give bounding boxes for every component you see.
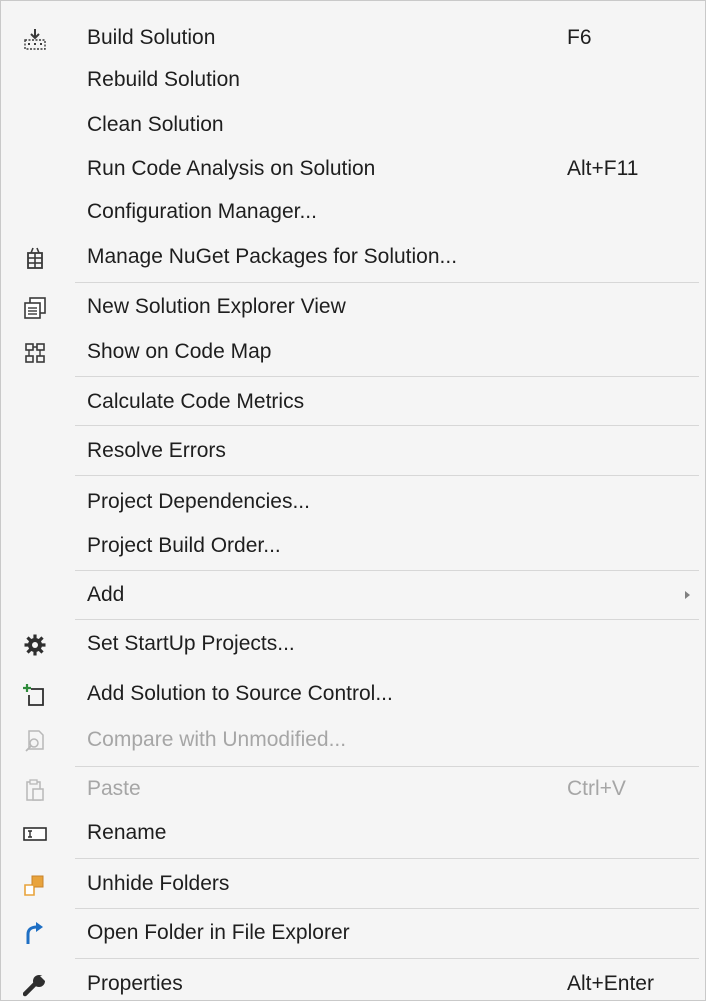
context-menu: Build Solution F6 Rebuild Solution Clean…: [0, 0, 706, 1001]
menu-item-set-startup-projects[interactable]: Set StartUp Projects...: [1, 624, 705, 664]
menu-item-label: Run Code Analysis on Solution: [87, 157, 376, 180]
menu-item-project-dependencies[interactable]: Project Dependencies...: [1, 482, 705, 522]
menu-item-paste[interactable]: Paste Ctrl+V: [1, 769, 705, 809]
menu-item-label: Build Solution: [87, 26, 216, 49]
menu-item-label: Calculate Code Metrics: [87, 390, 305, 413]
wrench-icon: [22, 973, 47, 997]
menu-separator: [75, 619, 699, 620]
menu-separator: [75, 958, 699, 959]
menu-item-resolve-errors[interactable]: Resolve Errors: [1, 431, 705, 471]
menu-item-label: Unhide Folders: [87, 872, 230, 895]
menu-item-shortcut: Alt+F11: [567, 157, 639, 180]
menu-item-label: Project Build Order...: [87, 534, 281, 557]
menu-separator: [75, 766, 699, 767]
add-to-source-control-icon: [23, 683, 47, 707]
menu-item-calculate-code-metrics[interactable]: Calculate Code Metrics: [1, 382, 705, 422]
menu-separator: [75, 376, 699, 377]
menu-item-manage-nuget[interactable]: Manage NuGet Packages for Solution...: [1, 237, 705, 277]
menu-item-clean-solution[interactable]: Clean Solution: [1, 105, 705, 145]
menu-item-label: Rename: [87, 821, 167, 844]
menu-item-label: Set StartUp Projects...: [87, 632, 295, 655]
menu-item-add[interactable]: Add: [1, 575, 705, 615]
paste-icon: [23, 778, 47, 802]
menu-separator: [75, 475, 699, 476]
menu-item-shortcut: F6: [567, 26, 592, 49]
unhide-folders-icon: [23, 873, 47, 897]
menu-separator: [75, 908, 699, 909]
menu-item-shortcut: Alt+Enter: [567, 972, 654, 995]
menu-item-open-folder-in-file-explorer[interactable]: Open Folder in File Explorer: [1, 913, 705, 953]
menu-item-label: Add: [87, 583, 125, 606]
menu-item-configuration-manager[interactable]: Configuration Manager...: [1, 192, 705, 232]
menu-item-compare-with-unmodified[interactable]: Compare with Unmodified...: [1, 720, 705, 760]
menu-separator: [75, 425, 699, 426]
gear-icon: [23, 633, 47, 657]
menu-item-shortcut: Ctrl+V: [567, 777, 626, 800]
menu-item-label: Configuration Manager...: [87, 200, 317, 223]
menu-item-label: Manage NuGet Packages for Solution...: [87, 245, 458, 268]
nuget-icon: [23, 246, 47, 270]
menu-item-label: Add Solution to Source Control...: [87, 682, 393, 705]
menu-item-label: Clean Solution: [87, 113, 224, 136]
menu-item-project-build-order[interactable]: Project Build Order...: [1, 526, 705, 566]
menu-item-label: Open Folder in File Explorer: [87, 921, 350, 944]
menu-item-label: Compare with Unmodified...: [87, 728, 347, 751]
submenu-arrow-icon: [685, 591, 690, 599]
build-icon: [23, 27, 47, 51]
solution-explorer-icon: [23, 296, 47, 320]
menu-item-unhide-folders[interactable]: Unhide Folders: [1, 864, 705, 904]
menu-item-label: Resolve Errors: [87, 439, 226, 462]
menu-item-rebuild-solution[interactable]: Rebuild Solution: [1, 60, 705, 100]
menu-item-label: Properties: [87, 972, 183, 995]
code-map-icon: [23, 341, 47, 365]
menu-separator: [75, 858, 699, 859]
menu-item-label: New Solution Explorer View: [87, 295, 346, 318]
open-folder-icon: [23, 922, 47, 946]
menu-item-new-solution-explorer-view[interactable]: New Solution Explorer View: [1, 287, 705, 327]
compare-icon: [23, 729, 47, 753]
menu-item-label: Project Dependencies...: [87, 490, 310, 513]
menu-item-label: Show on Code Map: [87, 340, 272, 363]
menu-item-label: Paste: [87, 777, 141, 800]
menu-item-run-code-analysis[interactable]: Run Code Analysis on Solution Alt+F11: [1, 149, 705, 189]
menu-separator: [75, 282, 699, 283]
menu-item-properties[interactable]: Properties Alt+Enter: [1, 964, 705, 1004]
rename-icon: [23, 822, 47, 846]
menu-item-add-solution-to-source-control[interactable]: Add Solution to Source Control...: [1, 674, 705, 714]
menu-item-label: Rebuild Solution: [87, 68, 240, 91]
menu-item-rename[interactable]: Rename: [1, 813, 705, 853]
menu-item-build-solution[interactable]: Build Solution F6: [1, 18, 705, 58]
menu-item-show-on-code-map[interactable]: Show on Code Map: [1, 332, 705, 372]
menu-separator: [75, 570, 699, 571]
